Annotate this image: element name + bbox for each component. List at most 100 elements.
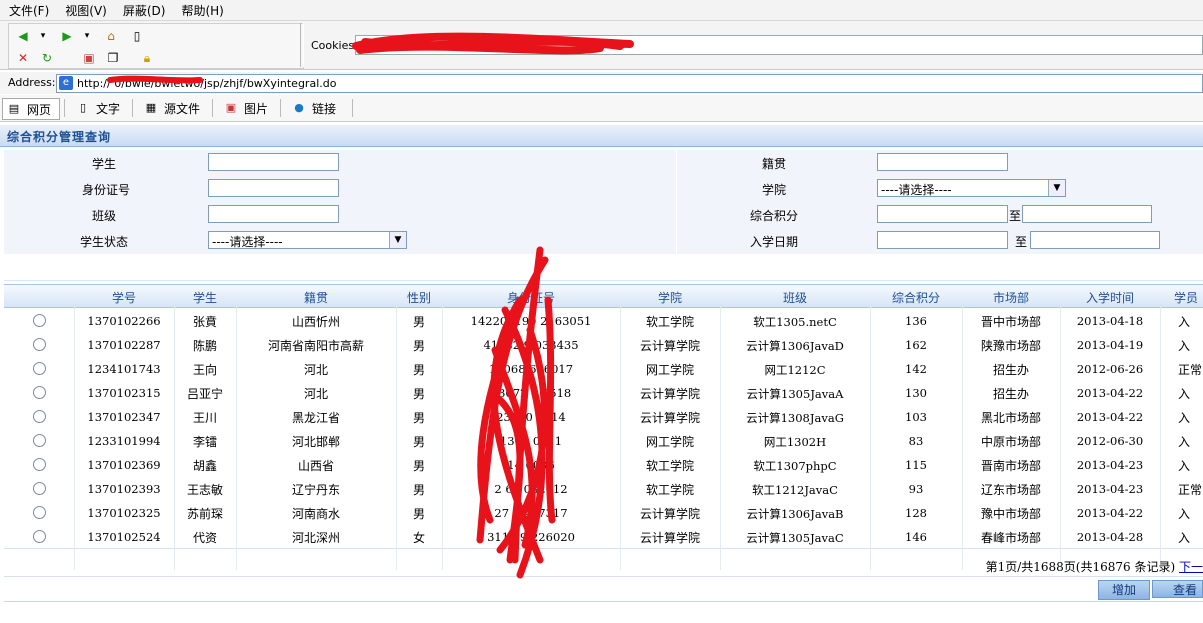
cell-student: 张賁 (192, 315, 217, 329)
cell-score: 136 (905, 314, 927, 328)
table-row[interactable]: 1234101743 王向 河北 男 13068 606017 网工学院 网工1212C 14… (4, 356, 1203, 381)
score-min-input[interactable] (877, 205, 1008, 223)
menu-block[interactable]: 屏蔽(D) (114, 2, 173, 19)
view-source-icon[interactable]: ▣ (81, 50, 97, 66)
table-row[interactable]: 1370102524 代资 河北深州 女 3118 9 226020 云计算学院 云计算13… (4, 524, 1203, 549)
cell-student-id: 1370102325 (87, 506, 161, 520)
forward-dropdown-icon[interactable]: ▾ (79, 28, 95, 44)
cell-enroll-date: 2013-04-18 (1076, 314, 1144, 328)
row-select-radio[interactable] (33, 482, 46, 495)
tab-web[interactable]: ▤ 网页 (2, 98, 60, 120)
table-row[interactable]: 1370102315 吕亚宁 河北 男 13072 4 8518 云计算学院 云计算1305… (4, 380, 1203, 405)
source-icon: ▦ (145, 101, 157, 114)
view-button[interactable]: 查看 (1152, 580, 1203, 598)
header-student-status[interactable]: 学员 (1160, 289, 1203, 306)
college-select-value: ----请选择---- (881, 183, 952, 197)
native-input[interactable] (877, 153, 1008, 171)
cell-native: 山西忻州 (291, 315, 340, 329)
cell-score: 83 (908, 434, 924, 448)
image-icon: ▣ (225, 101, 237, 114)
cell-native: 辽宁丹东 (291, 483, 340, 497)
cell-id-card: 14 0036 (507, 458, 555, 472)
table-row[interactable]: 1370102325 苏前琛 河南商水 男 27 9 237317 云计算学院 云计算130… (4, 500, 1203, 525)
header-student[interactable]: 学生 (174, 289, 236, 306)
tab-text[interactable]: ▯ 文字 (72, 98, 128, 118)
table-row[interactable]: 1370102266 张賁 山西忻州 男 142201199 2163051 软工学院 软工… (4, 308, 1203, 333)
header-id-card[interactable]: 身份证号 (442, 289, 620, 306)
table-row[interactable]: 1370102369 胡鑫 山西省 男 14 0036 软工学院 软工1307phpC 115… (4, 452, 1203, 477)
cell-class: 软工1212JavaC (752, 483, 838, 497)
student-input[interactable] (208, 153, 339, 171)
next-page-link[interactable]: 下一 (1179, 560, 1203, 574)
college-select[interactable]: ----请选择---- ▼ (877, 179, 1066, 197)
menu-file[interactable]: 文件(F) (0, 2, 56, 19)
forward-icon[interactable]: ▶ (59, 28, 75, 44)
chevron-down-icon: ▼ (1048, 180, 1065, 196)
enroll-date-start-input[interactable] (877, 231, 1008, 249)
new-page-icon[interactable]: ▯ (129, 28, 145, 44)
table-row[interactable]: 1370102393 王志敏 辽宁丹东 男 2 60 082012 软工学院 软工1212J… (4, 476, 1203, 501)
tab-web-label: 网页 (27, 102, 52, 117)
cell-student-status: 入 (1178, 459, 1191, 473)
header-class[interactable]: 班级 (720, 289, 870, 306)
refresh-icon[interactable]: ↻ (39, 50, 55, 66)
cell-gender: 男 (412, 507, 425, 521)
cell-college: 软工学院 (645, 483, 694, 497)
cell-student-id: 1370102524 (87, 530, 161, 544)
form-spacer (4, 258, 1203, 281)
header-student-id[interactable]: 学号 (74, 289, 174, 306)
id-card-input[interactable] (208, 179, 339, 197)
back-icon[interactable]: ◀ (15, 28, 31, 44)
table-row[interactable]: 1370102347 王川 黑龙江省 男 23900 2014 云计算学院 云计算1308J… (4, 404, 1203, 429)
row-select-radio[interactable] (33, 362, 46, 375)
globe-link-icon: ● (294, 101, 304, 114)
tab-links[interactable]: ● 链接 (288, 98, 348, 118)
row-select-radio[interactable] (33, 458, 46, 471)
cell-student-status: 正常 (1178, 483, 1203, 497)
cell-college: 软工学院 (645, 459, 694, 473)
cell-gender: 男 (412, 315, 425, 329)
table-row[interactable]: 1233101994 李镭 河北邯郸 男 1304 0011 网工学院 网工1302H 83 中… (4, 428, 1203, 453)
header-gender[interactable]: 性别 (396, 289, 442, 306)
home-icon[interactable]: ⌂ (103, 28, 119, 44)
row-select-radio[interactable] (33, 386, 46, 399)
add-button[interactable]: 增加 (1098, 580, 1150, 600)
row-select-radio[interactable] (33, 410, 46, 423)
cell-class: 网工1302H (763, 435, 827, 449)
cell-student-id: 1370102393 (87, 482, 161, 496)
cell-enroll-date: 2012-06-30 (1076, 434, 1144, 448)
tab-images[interactable]: ▣ 图片 (220, 98, 276, 118)
menu-help[interactable]: 帮助(H) (172, 2, 230, 19)
cell-id-card: 1304 0011 (499, 434, 563, 448)
cell-student-status: 入 (1178, 315, 1191, 329)
stop-icon[interactable]: ✕ (15, 50, 31, 66)
nav-button-group: ◀ ▾ ▶ ▾ ⌂ ▯ ✕ ↻ ▣ ❐ 🔒︎ (8, 23, 304, 69)
cell-class: 软工1305.netC (753, 315, 837, 329)
address-input[interactable]: e http:// 0/bwie/bwietwo/jsp/zhjf/bwXyin… (56, 74, 1203, 93)
status-select[interactable]: ----请选择---- ▼ (208, 231, 407, 249)
table-row[interactable]: 1370102287 陈鹏 河南省南阳市高薪 男 41132 9 033435 云计算学院… (4, 332, 1203, 357)
tab-source[interactable]: ▦ 源文件 (140, 98, 210, 118)
enroll-date-end-input[interactable] (1030, 231, 1160, 249)
header-native[interactable]: 籍贯 (236, 289, 396, 306)
copy-icon[interactable]: ❐ (105, 50, 121, 66)
cell-enroll-date: 2012-06-26 (1076, 362, 1144, 376)
row-select-radio[interactable] (33, 530, 46, 543)
cell-native: 河北 (303, 363, 328, 377)
cookies-input[interactable] (355, 35, 1203, 55)
row-select-radio[interactable] (33, 434, 46, 447)
lock-icon[interactable]: 🔒︎ (139, 50, 155, 66)
header-score[interactable]: 综合积分 (870, 289, 962, 306)
cell-student-status: 入 (1178, 435, 1191, 449)
header-enroll-date[interactable]: 入学时间 (1060, 289, 1160, 306)
row-select-radio[interactable] (33, 506, 46, 519)
class-input[interactable] (208, 205, 339, 223)
cell-student-status: 入 (1178, 387, 1191, 401)
header-market[interactable]: 市场部 (962, 289, 1060, 306)
header-college[interactable]: 学院 (620, 289, 720, 306)
menu-view[interactable]: 视图(V) (56, 2, 114, 19)
score-max-input[interactable] (1022, 205, 1152, 223)
row-select-radio[interactable] (33, 314, 46, 327)
back-dropdown-icon[interactable]: ▾ (35, 28, 51, 44)
row-select-radio[interactable] (33, 338, 46, 351)
